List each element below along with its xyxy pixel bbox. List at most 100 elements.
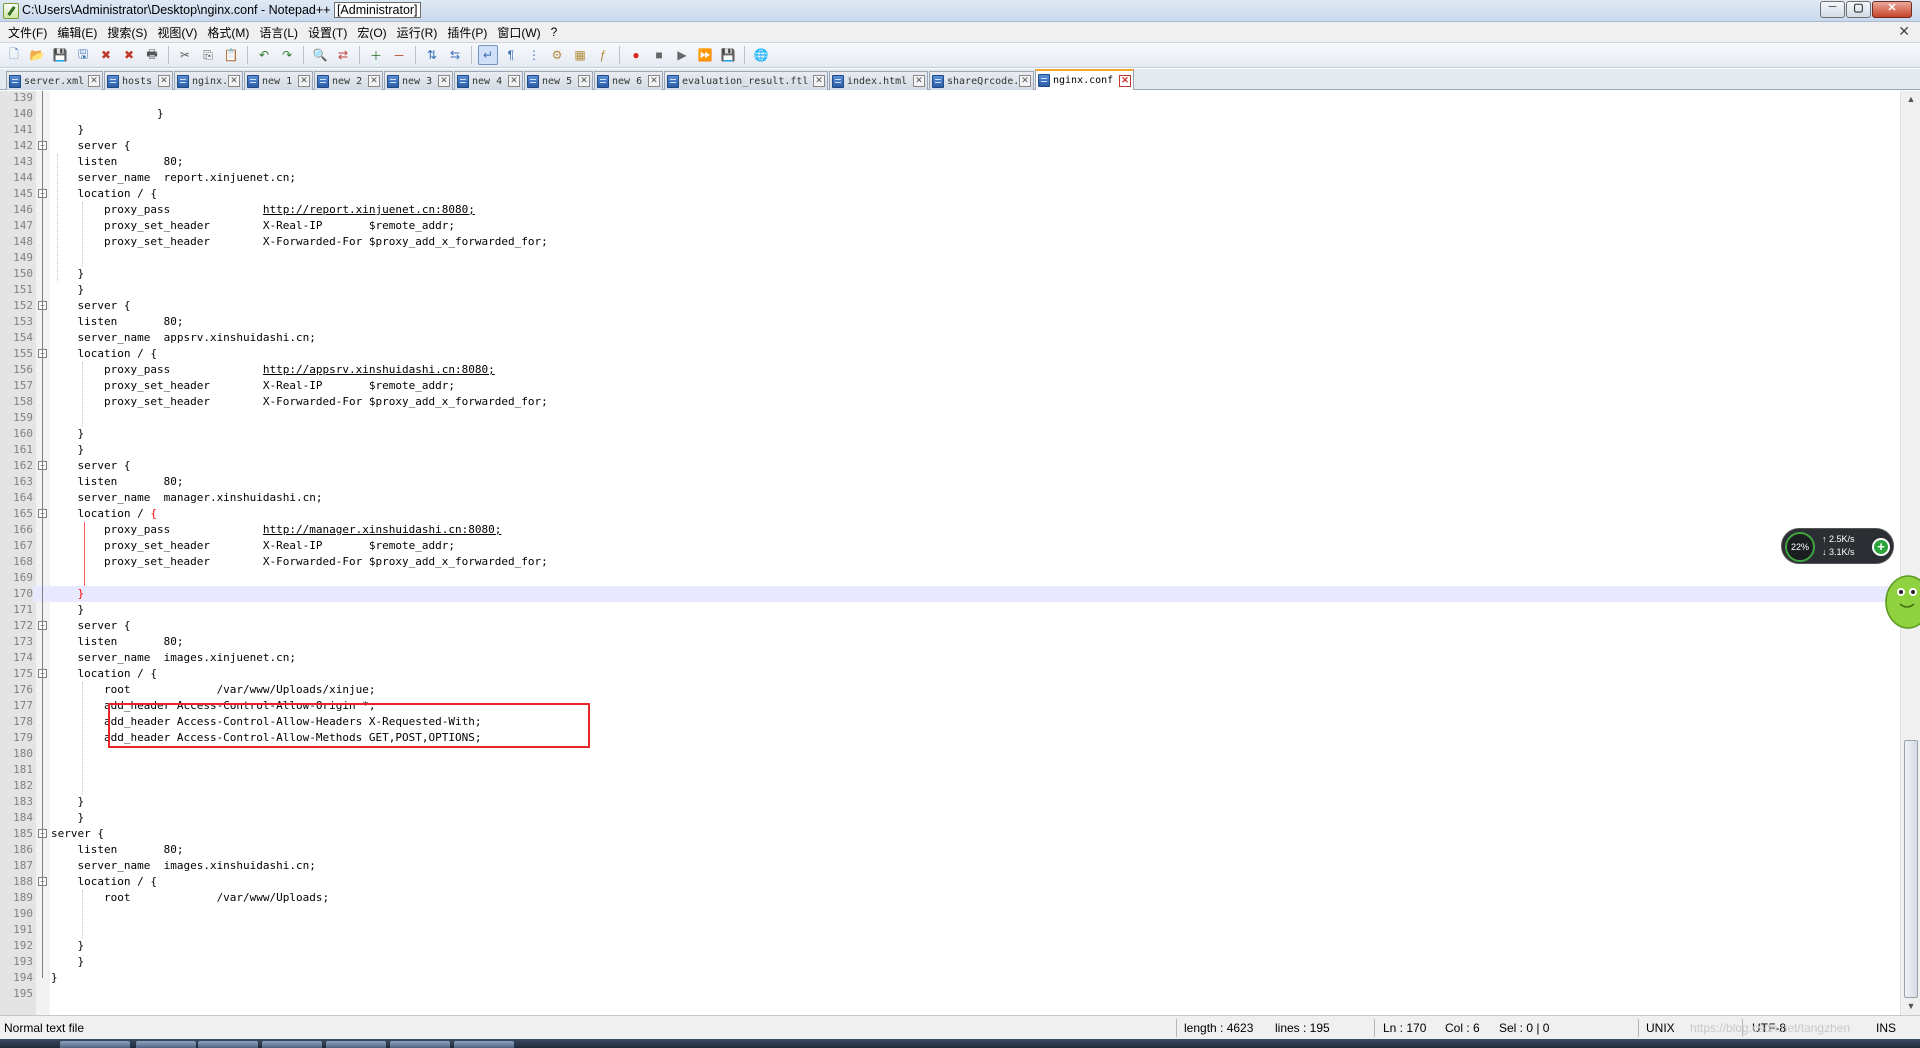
code-line[interactable]: 162 server { — [0, 458, 1900, 474]
replace-icon[interactable]: ⇄ — [333, 45, 353, 65]
tab-close-icon[interactable]: ✕ — [438, 75, 450, 87]
code-line[interactable]: 156 proxy_pass http://appsrv.xinshuidash… — [0, 362, 1900, 378]
show-all-chars-icon[interactable]: ¶ — [501, 45, 521, 65]
tab-close-icon[interactable]: ✕ — [913, 75, 925, 87]
copy-icon[interactable]: ⎘ — [198, 45, 218, 65]
undo-icon[interactable]: ↶ — [254, 45, 274, 65]
code-line[interactable]: 158 proxy_set_header X-Forwarded-For $pr… — [0, 394, 1900, 410]
menu-format[interactable]: 格式(M) — [203, 24, 255, 41]
code-line[interactable]: 151 } — [0, 282, 1900, 298]
code-line[interactable]: 180 — [0, 746, 1900, 762]
code-line[interactable]: 139 — [0, 91, 1900, 106]
tab-nginx-conf[interactable]: nginx.conf✕ — [1035, 69, 1134, 90]
taskbar-button[interactable] — [454, 1041, 514, 1048]
code-line[interactable]: 154 server_name appsrv.xinshuidashi.cn; — [0, 330, 1900, 346]
code-line[interactable]: 163 listen 80; — [0, 474, 1900, 490]
sync-vertical-icon[interactable]: ⇅ — [422, 45, 442, 65]
code-line[interactable]: 189 root /var/www/Uploads; — [0, 890, 1900, 906]
url-link[interactable]: http://report.xinjuenet.cn:8080; — [263, 203, 475, 216]
taskbar-button[interactable] — [326, 1041, 386, 1048]
code-line[interactable]: 153 listen 80; — [0, 314, 1900, 330]
code-line[interactable]: 164 server_name manager.xinshuidashi.cn; — [0, 490, 1900, 506]
code-line[interactable]: 159 — [0, 410, 1900, 426]
tab-new-3[interactable]: new 3 ✕ — [384, 71, 453, 90]
code-line[interactable]: 143 listen 80; — [0, 154, 1900, 170]
code-line[interactable]: 148 proxy_set_header X-Forwarded-For $pr… — [0, 234, 1900, 250]
zoom-out-icon[interactable]: － — [389, 45, 409, 65]
code-line[interactable]: 157 proxy_set_header X-Real-IP $remote_a… — [0, 378, 1900, 394]
play-macro-icon[interactable]: ▶ — [672, 45, 692, 65]
tab-close-icon[interactable]: ✕ — [368, 75, 380, 87]
menu-help[interactable]: ? — [547, 25, 564, 39]
tab-new-2[interactable]: new 2 ✕ — [314, 71, 383, 90]
cut-icon[interactable]: ✂ — [175, 45, 195, 65]
find-icon[interactable]: 🔍 — [310, 45, 330, 65]
record-macro-icon[interactable]: ● — [626, 45, 646, 65]
code-line[interactable]: 165 location / { — [0, 506, 1900, 522]
code-line[interactable]: 192 } — [0, 938, 1900, 954]
open-file-icon[interactable]: 📂 — [27, 45, 47, 65]
tab-close-icon[interactable]: ✕ — [228, 75, 240, 87]
menu-search[interactable]: 搜索(S) — [103, 24, 153, 41]
url-link[interactable]: http://manager.xinshuidashi.cn:8080; — [263, 523, 501, 536]
maximize-button[interactable]: ▢ — [1846, 1, 1871, 18]
close-all-icon[interactable]: ✖ — [119, 45, 139, 65]
taskbar-button[interactable] — [198, 1041, 258, 1048]
menu-edit[interactable]: 编辑(E) — [53, 24, 103, 41]
tab-close-icon[interactable]: ✕ — [88, 75, 100, 87]
network-speed-widget[interactable]: 22% ↑ 2.5K/s ↓ 3.1K/s + — [1781, 528, 1894, 564]
code-line[interactable]: 174 server_name images.xinjuenet.cn; — [0, 650, 1900, 666]
code-line[interactable]: 173 listen 80; — [0, 634, 1900, 650]
stop-record-icon[interactable]: ■ — [649, 45, 669, 65]
function-list-icon[interactable]: ƒ — [593, 45, 613, 65]
taskbar-button[interactable] — [136, 1041, 196, 1048]
vertical-scrollbar[interactable]: ▲ ▼ — [1900, 91, 1920, 1015]
code-line[interactable]: 147 proxy_set_header X-Real-IP $remote_a… — [0, 218, 1900, 234]
menu-window[interactable]: 窗口(W) — [493, 24, 546, 41]
code-line[interactable]: 160 } — [0, 426, 1900, 442]
tab-nginx-conf[interactable]: nginx.conf✕ — [174, 71, 243, 90]
code-line[interactable]: 175 location / { — [0, 666, 1900, 682]
close-window-button[interactable]: ✕ — [1872, 1, 1912, 18]
sync-horizontal-icon[interactable]: ⇆ — [445, 45, 465, 65]
code-line[interactable]: 169 — [0, 570, 1900, 586]
user-lang-icon[interactable]: ⚙ — [547, 45, 567, 65]
scroll-up-icon[interactable]: ▲ — [1903, 91, 1919, 108]
close-icon[interactable]: ✖ — [96, 45, 116, 65]
taskbar-button[interactable] — [390, 1041, 450, 1048]
code-line[interactable]: 195 — [0, 986, 1900, 1002]
code-line[interactable]: 155 location / { — [0, 346, 1900, 362]
tab-evaluation-result-ftl[interactable]: evaluation_result.ftl ✕ — [664, 71, 828, 90]
insert-mode[interactable]: INS — [1876, 1021, 1896, 1035]
code-line[interactable]: 145 location / { — [0, 186, 1900, 202]
code-line[interactable]: 194} — [0, 970, 1900, 986]
code-line[interactable]: 168 proxy_set_header X-Forwarded-For $pr… — [0, 554, 1900, 570]
scrollbar-thumb[interactable] — [1904, 740, 1918, 998]
code-line[interactable]: 144 server_name report.xinjuenet.cn; — [0, 170, 1900, 186]
menu-run[interactable]: 运行(R) — [393, 24, 444, 41]
tab-index-html[interactable]: index.html ✕ — [829, 71, 928, 90]
code-line[interactable]: 187 server_name images.xinshuidashi.cn; — [0, 858, 1900, 874]
code-line[interactable]: 161 } — [0, 442, 1900, 458]
code-line[interactable]: 193 } — [0, 954, 1900, 970]
indent-guide-icon[interactable]: ⋮ — [524, 45, 544, 65]
code-line[interactable]: 146 proxy_pass http://report.xinjuenet.c… — [0, 202, 1900, 218]
tab-close-icon[interactable]: ✕ — [508, 75, 520, 87]
code-line[interactable]: 150 } — [0, 266, 1900, 282]
code-line[interactable]: 172 server { — [0, 618, 1900, 634]
code-line[interactable]: 149 — [0, 250, 1900, 266]
code-line[interactable]: 171 } — [0, 602, 1900, 618]
taskbar-button[interactable] — [60, 1041, 130, 1048]
eol-format[interactable]: UNIX — [1646, 1021, 1675, 1035]
tab-close-icon[interactable]: ✕ — [1119, 74, 1131, 87]
tab-new-5[interactable]: new 5 ✕ — [524, 71, 593, 90]
code-line[interactable]: 183 } — [0, 794, 1900, 810]
paste-icon[interactable]: 📋 — [221, 45, 241, 65]
code-line[interactable]: 191 — [0, 922, 1900, 938]
url-link[interactable]: http://appsrv.xinshuidashi.cn:8080; — [263, 363, 495, 376]
code-line[interactable]: 184 } — [0, 810, 1900, 826]
taskbar-button[interactable] — [262, 1041, 322, 1048]
code-line[interactable]: 141 } — [0, 122, 1900, 138]
scroll-down-icon[interactable]: ▼ — [1903, 998, 1919, 1015]
tab-shareqrcode-js[interactable]: shareQrcode.js✕ — [929, 71, 1034, 90]
